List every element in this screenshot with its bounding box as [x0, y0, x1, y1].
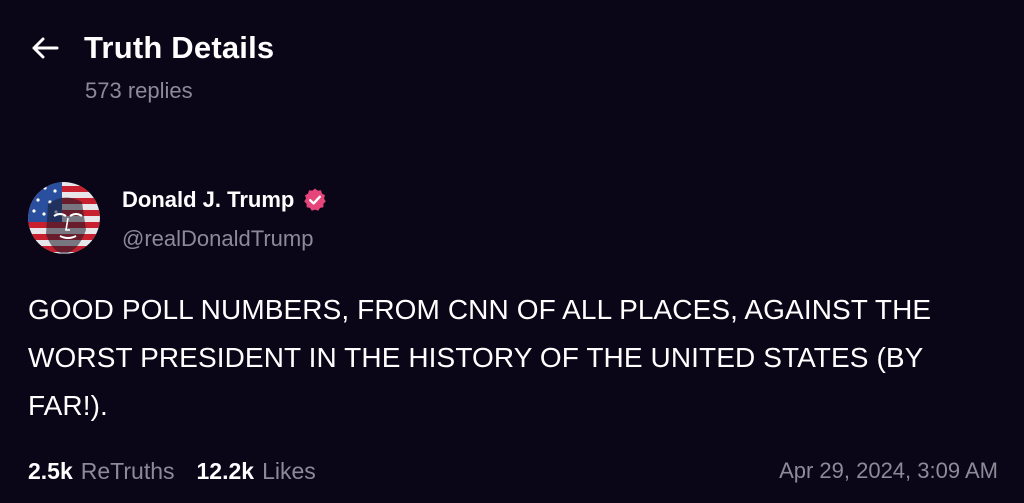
page-title: Truth Details — [84, 30, 275, 65]
author-handle[interactable]: @realDonaldTrump — [122, 226, 313, 252]
arrow-left-icon — [32, 37, 59, 59]
reply-count: 573 replies — [85, 78, 193, 103]
post-stats: 2.5k ReTruths 12.2k Likes — [28, 457, 338, 485]
header: Truth Details — [30, 28, 274, 68]
likes-label: Likes — [262, 458, 316, 484]
author-name[interactable]: Donald J. Trump — [122, 186, 294, 214]
avatar[interactable] — [28, 182, 100, 254]
author-name-row: Donald J. Trump — [122, 186, 328, 214]
retruths-stat[interactable]: 2.5k ReTruths — [28, 457, 175, 485]
avatar-image — [28, 182, 100, 254]
likes-stat[interactable]: 12.2k Likes — [197, 457, 316, 485]
post-text: GOOD POLL NUMBERS, FROM CNN OF ALL PLACE… — [28, 294, 932, 421]
retruths-label: ReTruths — [80, 458, 175, 484]
likes-count: 12.2k — [196, 458, 255, 484]
back-button[interactable] — [30, 28, 70, 68]
retruths-count: 2.5k — [28, 458, 73, 484]
post-timestamp: Apr 29, 2024, 3:09 AM — [779, 458, 998, 483]
truth-details-page: Truth Details 573 replies Donald J. Trum… — [0, 0, 1024, 503]
verified-badge-icon — [302, 187, 328, 213]
